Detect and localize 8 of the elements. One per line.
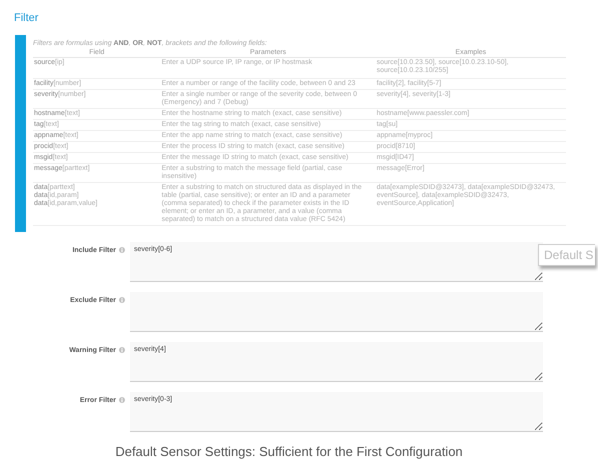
info-icon[interactable]	[119, 297, 125, 303]
filter-textarea[interactable]	[130, 292, 543, 332]
info-icon[interactable]	[119, 347, 125, 353]
tooltip: Default S	[538, 244, 596, 266]
info-icon[interactable]	[119, 397, 125, 403]
caption: Default Sensor Settings: Sufficient for the First Configuration	[114, 444, 464, 459]
section-title: Filter	[13, 11, 40, 26]
info-icon[interactable]	[119, 247, 125, 253]
